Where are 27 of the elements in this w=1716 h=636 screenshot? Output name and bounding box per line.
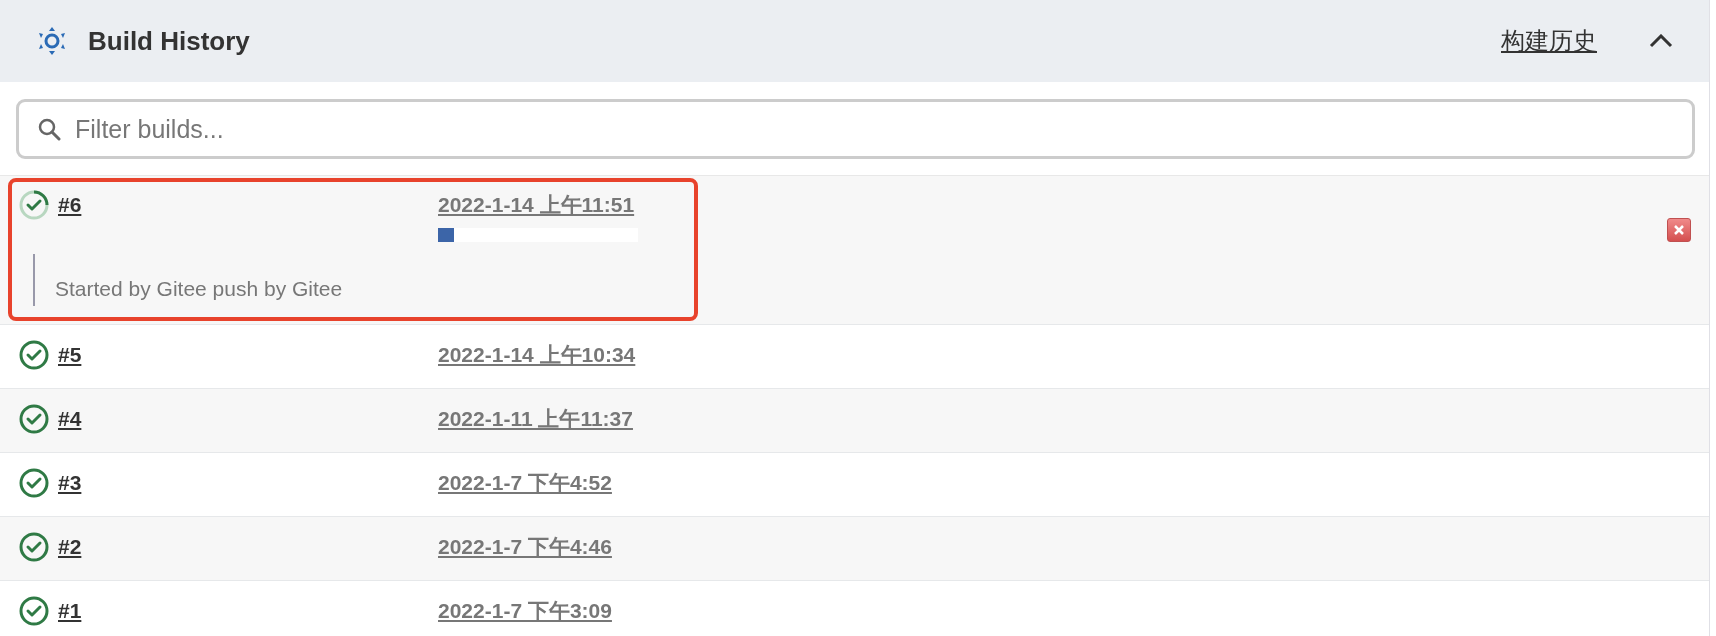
build-date-link[interactable]: 2022-1-14 上午10:34 [438,338,1651,372]
build-number-link[interactable]: #2 [58,530,82,564]
chevron-up-icon[interactable] [1649,34,1673,48]
success-check-icon [18,339,50,371]
build-history-icon [38,27,66,55]
build-date-link[interactable]: 2022-1-14 上午11:51 [438,188,1651,222]
search-icon [37,117,61,141]
cancel-build-button[interactable] [1667,218,1691,242]
build-history-link[interactable]: 构建历史 [1501,25,1597,57]
build-number-link[interactable]: #3 [58,466,82,500]
in-progress-icon [18,189,50,221]
panel-title: Build History [88,25,251,57]
filter-field[interactable]: Filter builds... [16,99,1695,159]
success-check-icon [18,403,50,435]
build-number-link[interactable]: #1 [58,594,82,628]
build-description: Started by Gitee push by Gitee [33,254,1651,306]
build-date-link[interactable]: 2022-1-7 下午4:46 [438,530,1651,564]
close-icon [1673,224,1685,236]
build-date-link[interactable]: 2022-1-7 下午3:09 [438,594,1651,628]
build-number-link[interactable]: #5 [58,338,82,372]
build-number-link[interactable]: #4 [58,402,82,436]
build-date-link[interactable]: 2022-1-7 下午4:52 [438,466,1651,500]
success-check-icon [18,595,50,627]
success-check-icon [18,531,50,563]
success-check-icon [18,467,50,499]
build-date-link[interactable]: 2022-1-11 上午11:37 [438,402,1651,436]
build-number-link[interactable]: #6 [58,188,82,222]
